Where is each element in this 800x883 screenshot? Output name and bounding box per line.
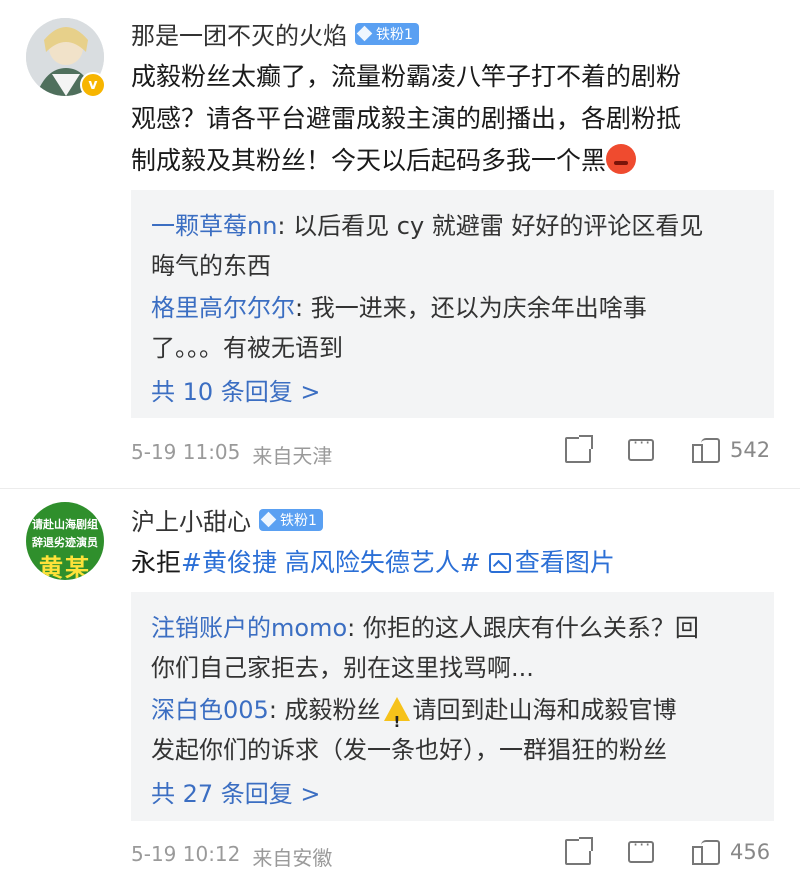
like-button[interactable]: 456 [692,839,770,865]
like-count: 542 [730,438,771,462]
reply-text: : 以后看见 cy 就避雷 好好的评论区看见 [277,212,704,240]
comment-line-text: 制成毅及其粉丝！今天以后起码多我一个黑 [131,146,607,175]
reply-item[interactable]: 一颗草莓nn: 以后看见 cy 就避雷 好好的评论区看见 晦气的东西 [151,206,754,286]
reply-text: : 我一进来，还以为庆余年出啥事 [295,294,647,322]
diamond-icon [260,511,277,528]
image-icon [488,553,511,573]
warning-icon [383,697,410,742]
reply-button[interactable] [628,835,692,863]
comment-actions: 542 [565,433,775,463]
comment-date: 5-19 10:12 [131,842,241,866]
username[interactable]: 沪上小甜心 [131,502,251,537]
diamond-icon [356,25,373,42]
comment-line: 制成毅及其粉丝！今天以后起码多我一个黑 [131,140,771,182]
thumbs-up-icon [692,839,720,865]
share-icon [565,435,593,463]
reply-user[interactable]: 格里高尔尔尔 [151,294,295,322]
fan-badge-label: 铁粉1 [376,26,413,43]
username[interactable]: 那是一团不灭的火焰 [131,16,347,51]
comment-item: v 那是一团不灭的火焰 铁粉1 成毅粉丝太癫了，流量粉霸凌八竿子打不着的剧粉 观… [0,0,800,488]
reply-item[interactable]: 深白色005: 成毅粉丝 请回到赴山海和成毅官博 发起你们的诉求（发一条也好），一… [151,690,754,770]
comment-line: 观感？请各平台避雷成毅主演的剧播出，各剧粉抵 [131,104,682,133]
avatar-text: 黄某 [39,554,91,580]
share-button[interactable] [565,435,628,463]
reply-user[interactable]: 深白色005 [151,696,269,724]
reply-box[interactable]: 一颗草莓nn: 以后看见 cy 就避雷 好好的评论区看见 晦气的东西 格里高尔尔… [131,190,774,418]
reply-text: 晦气的东西 [151,252,271,280]
comment-line: 成毅粉丝太癫了，流量粉霸凌八竿子打不着的剧粉 [131,62,682,91]
reply-text: : 成毅粉丝 [268,696,381,724]
comment-meta: 5-19 11:05 来自天津 [131,440,332,469]
reply-button[interactable] [628,433,692,461]
share-button[interactable] [565,837,628,865]
hashtag-link[interactable]: #黄俊捷 高风险失德艺人# [181,548,481,577]
fan-badge-label: 铁粉1 [280,512,317,529]
reply-text: 了。。。有被无语到 [151,334,343,362]
reply-text: : 你拒的这人跟庆有什么关系？回 [347,614,699,642]
name-row: 沪上小甜心 铁粉1 [131,502,323,537]
comment-icon [628,433,654,461]
reply-text: 发起你们的诉求（发一条也好），一群猖狂的粉丝 [151,736,667,764]
reply-user[interactable]: 注销账户的momo [151,614,347,642]
reply-text: 请回到赴山海和成毅官博 [412,696,677,724]
fan-badge: 铁粉1 [259,508,323,531]
angry-face-icon [606,144,637,174]
verified-badge: v [80,72,106,98]
comment-text: 成毅粉丝太癫了，流量粉霸凌八竿子打不着的剧粉 观感？请各平台避雷成毅主演的剧播出… [131,56,771,182]
comment-meta: 5-19 10:12 来自安徽 [131,842,332,871]
name-row: 那是一团不灭的火焰 铁粉1 [131,16,419,51]
share-icon [565,837,593,865]
comment-location: 来自天津 [252,444,333,468]
reply-user[interactable]: 一颗草莓nn [151,212,277,240]
thumbs-up-icon [692,437,720,463]
avatar[interactable]: 请赴山海剧组 辞退劣迹演员 黄某 [26,502,104,580]
more-replies-link[interactable]: 共 10 条回复 > [151,370,754,414]
reply-box[interactable]: 注销账户的momo: 你拒的这人跟庆有什么关系？回 你们自己家拒去，别在这里找骂… [131,592,774,821]
avatar-text: 请赴山海剧组 [32,518,98,531]
comment-text-prefix: 永拒 [131,548,182,577]
like-button[interactable]: 542 [692,437,770,463]
comment-text: 永拒#黄俊捷 高风险失德艺人# 查看图片 [131,542,771,584]
fan-badge: 铁粉1 [355,22,419,45]
comment-actions: 456 [565,835,775,865]
more-replies-link[interactable]: 共 27 条回复 > [151,772,754,816]
comment-icon [628,835,654,863]
reply-item[interactable]: 格里高尔尔尔: 我一进来，还以为庆余年出啥事 了。。。有被无语到 [151,288,754,368]
view-image-link[interactable]: 查看图片 [488,548,615,577]
comment-item: 请赴山海剧组 辞退劣迹演员 黄某 沪上小甜心 铁粉1 永拒#黄俊捷 高风险失德艺… [0,488,800,883]
like-count: 456 [730,840,771,864]
reply-item[interactable]: 注销账户的momo: 你拒的这人跟庆有什么关系？回 你们自己家拒去，别在这里找骂… [151,608,754,688]
comment-date: 5-19 11:05 [131,440,241,464]
view-image-label: 查看图片 [514,548,615,577]
reply-text: 你们自己家拒去，别在这里找骂啊... [151,654,534,682]
comment-location: 来自安徽 [252,846,333,870]
